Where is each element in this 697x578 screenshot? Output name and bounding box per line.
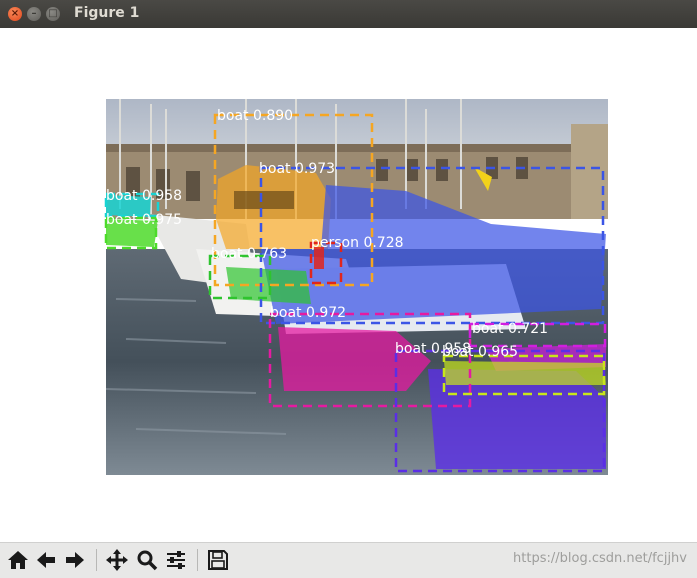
- minimize-icon: –: [31, 8, 37, 19]
- window-title: Figure 1: [74, 5, 140, 21]
- sliders-icon: [167, 551, 185, 569]
- home-icon: [8, 551, 28, 569]
- toolbar-separator: [197, 549, 198, 571]
- configure-subplots-button[interactable]: [163, 547, 189, 573]
- close-window-button[interactable]: ×: [8, 7, 22, 21]
- detection-label: boat 0.973: [259, 161, 336, 177]
- csdn-watermark: https://blog.csdn.net/fcjjhv: [513, 551, 687, 566]
- home-button[interactable]: [5, 547, 31, 573]
- maximize-window-button[interactable]: □: [46, 7, 60, 21]
- detection-label: boat 0.975: [106, 212, 183, 228]
- arrow-left-icon: [37, 552, 55, 568]
- detection-label: person 0.728: [311, 235, 404, 251]
- pan-button[interactable]: [104, 547, 130, 573]
- detection-label: boat 0.972: [270, 305, 347, 321]
- move-icon: [106, 549, 128, 571]
- minimize-window-button[interactable]: –: [27, 7, 41, 21]
- detection-label: boat 0.763: [211, 246, 288, 262]
- forward-button[interactable]: [62, 547, 88, 573]
- detection-label: boat 0.958: [106, 188, 183, 204]
- harbor-photo-drawing: [106, 99, 608, 475]
- back-button[interactable]: [33, 547, 59, 573]
- floppy-disk-icon: [208, 550, 228, 570]
- detection-label: boat 0.721: [472, 321, 549, 337]
- window-title-bar: × – □ Figure 1: [0, 0, 697, 29]
- close-icon: ×: [10, 8, 20, 19]
- maximize-icon: □: [48, 8, 58, 19]
- detection-label: boat 0.965: [442, 344, 519, 360]
- toolbar-separator: [96, 549, 97, 571]
- magnifier-icon: [137, 550, 158, 571]
- arrow-right-icon: [66, 552, 84, 568]
- zoom-button[interactable]: [134, 547, 160, 573]
- detection-label: boat 0.890: [217, 108, 294, 124]
- harbor-photo: [106, 99, 608, 475]
- navigation-toolbar: https://blog.csdn.net/fcjjhv: [0, 542, 697, 578]
- figure-canvas[interactable]: boat 0.890 boat 0.973 boat 0.958 boat 0.…: [0, 28, 697, 542]
- save-button[interactable]: [205, 547, 231, 573]
